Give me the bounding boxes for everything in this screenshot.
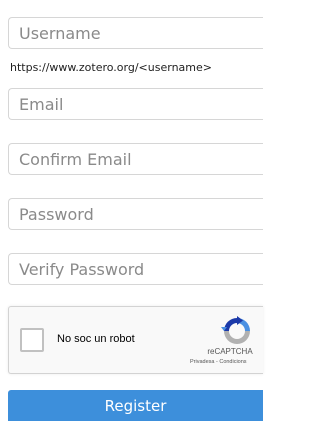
password-input[interactable] [9, 199, 263, 229]
recaptcha-checkbox[interactable] [20, 328, 44, 352]
register-form: https://www.zotero.org/<username> No soc… [0, 0, 263, 421]
username-field-wrapper [8, 17, 263, 49]
recaptcha-terms-link[interactable]: Privadesa - Condicions [190, 359, 264, 365]
recaptcha-widget: No soc un robot reCAPTCHA Privadesa - Co… [8, 306, 263, 374]
register-button[interactable]: Register [8, 390, 263, 421]
recaptcha-brand: reCAPTCHA [207, 347, 253, 356]
password-field-wrapper [8, 198, 263, 230]
verify-password-input[interactable] [9, 254, 263, 284]
email-input[interactable] [9, 89, 263, 119]
email-field-wrapper [8, 88, 263, 120]
username-url-hint: https://www.zotero.org/<username> [10, 61, 212, 74]
username-input[interactable] [9, 18, 263, 48]
confirm-email-field-wrapper [8, 143, 263, 175]
verify-password-field-wrapper [8, 253, 263, 285]
recaptcha-logo-icon [221, 316, 250, 344]
recaptcha-label: No soc un robot [57, 333, 135, 345]
confirm-email-input[interactable] [9, 144, 263, 174]
